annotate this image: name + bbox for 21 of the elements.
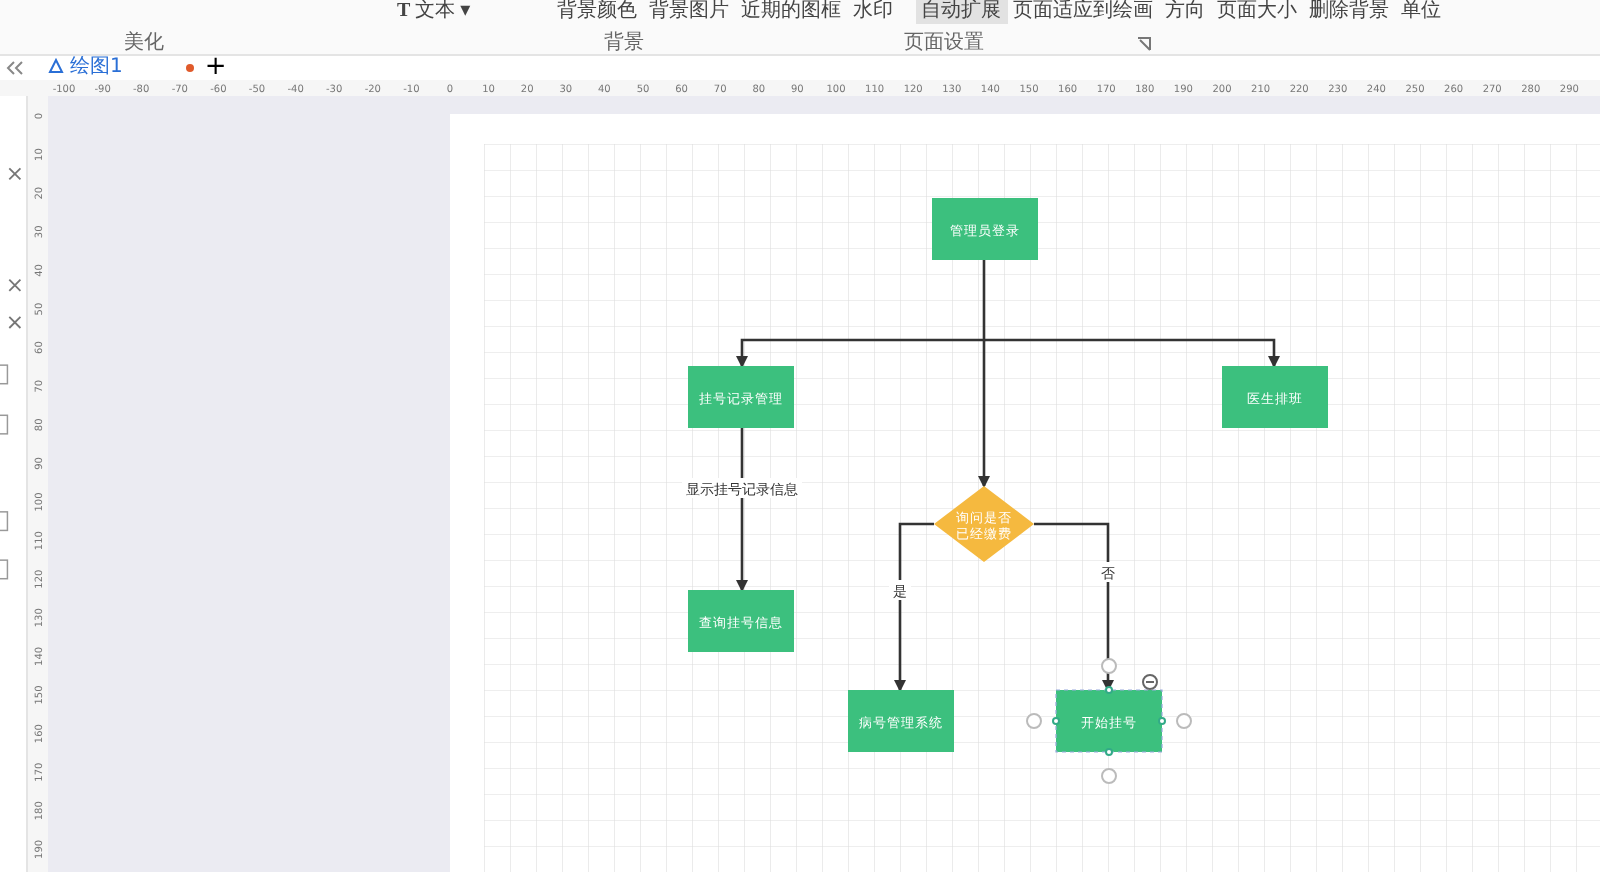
collapse-icon[interactable]: [4, 58, 24, 78]
triangle-icon: [48, 57, 64, 74]
close-icon[interactable]: [8, 278, 22, 292]
group-label: 页面设置: [904, 29, 984, 58]
ribbon-button[interactable]: 删除背景: [1303, 0, 1396, 24]
shape-icon[interactable]: [0, 414, 9, 435]
ribbon-button[interactable]: 近期的图框: [735, 0, 848, 24]
ribbon-button[interactable]: 单位: [1395, 0, 1448, 24]
remove-icon[interactable]: [1142, 674, 1158, 690]
group-label: 背景: [604, 29, 644, 58]
shape-icon[interactable]: [0, 559, 9, 580]
close-icon[interactable]: [8, 167, 22, 181]
shape-icon[interactable]: [0, 364, 9, 385]
ribbon-button[interactable]: 背景图片: [643, 0, 736, 24]
close-icon[interactable]: [8, 315, 22, 329]
shape-icon[interactable]: [0, 511, 9, 532]
ribbon-button[interactable]: 水印: [847, 0, 900, 24]
group-label: 美化: [124, 29, 164, 58]
add-tab-button[interactable]: +: [204, 56, 227, 80]
ribbon-button[interactable]: 页面大小: [1211, 0, 1304, 24]
selection-handles[interactable]: [1026, 658, 1192, 784]
